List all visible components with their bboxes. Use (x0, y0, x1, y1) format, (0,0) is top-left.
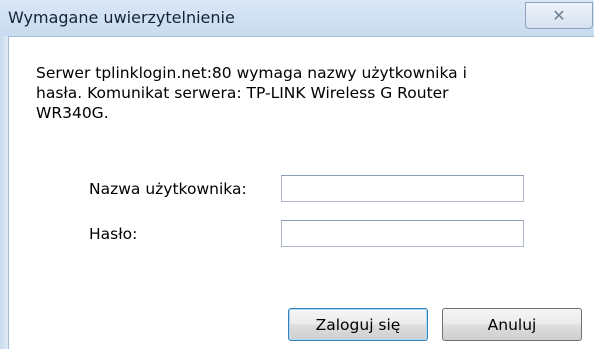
close-button[interactable]: ✕ (525, 2, 593, 29)
dialog-content: Serwer tplinklogin.net:80 wymaga nazwy u… (9, 37, 594, 349)
password-input[interactable] (281, 220, 524, 247)
password-label: Hasło: (89, 225, 138, 243)
auth-dialog: Wymagane uwierzytelnienie ✕ Serwer tplin… (0, 0, 594, 349)
username-label: Nazwa użytkownika: (89, 180, 247, 198)
username-input[interactable] (281, 175, 524, 202)
title-bar: Wymagane uwierzytelnienie ✕ (0, 0, 594, 37)
server-message: Serwer tplinklogin.net:80 wymaga nazwy u… (36, 64, 467, 122)
close-icon: ✕ (552, 5, 566, 25)
window-frame-left (0, 36, 9, 349)
login-button[interactable]: Zaloguj się (288, 308, 428, 341)
cancel-button[interactable]: Anuluj (442, 308, 582, 341)
window-title: Wymagane uwierzytelnienie (8, 8, 235, 27)
